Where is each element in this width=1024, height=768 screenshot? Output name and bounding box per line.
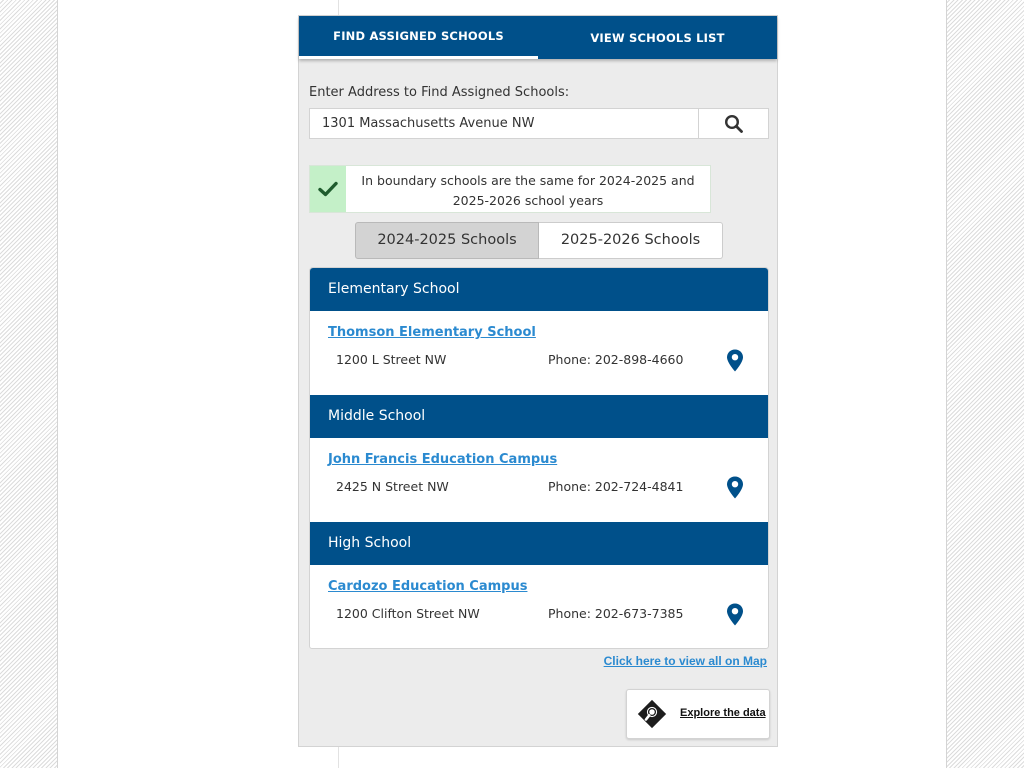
tab-find-assigned-schools[interactable]: FIND ASSIGNED SCHOOLS bbox=[299, 16, 538, 59]
magnifier-data-icon bbox=[637, 699, 667, 729]
middle-school-phone: Phone: 202-724-4841 bbox=[548, 479, 684, 494]
address-label: Enter Address to Find Assigned Schools: bbox=[309, 85, 570, 100]
high-school-address: 1200 Clifton Street NW bbox=[336, 606, 480, 621]
search-icon bbox=[724, 114, 743, 133]
tab-view-schools-list[interactable]: VIEW SCHOOLS LIST bbox=[538, 16, 777, 59]
boundary-notice: In boundary schools are the same for 202… bbox=[309, 165, 711, 213]
address-input[interactable] bbox=[310, 109, 698, 138]
notice-check-area bbox=[310, 166, 346, 212]
map-pin-icon[interactable] bbox=[726, 349, 744, 372]
explore-the-data-label: Explore the data bbox=[680, 707, 766, 719]
high-school-phone: Phone: 202-673-7385 bbox=[548, 606, 684, 621]
middle-school-link[interactable]: John Francis Education Campus bbox=[328, 452, 557, 467]
explore-the-data-button[interactable]: Explore the data bbox=[626, 689, 770, 739]
high-school-link[interactable]: Cardozo Education Campus bbox=[328, 579, 527, 594]
assigned-schools-results: Elementary School Thomson Elementary Sch… bbox=[309, 267, 769, 649]
elementary-school-address: 1200 L Street NW bbox=[336, 352, 447, 367]
checkmark-icon bbox=[318, 181, 338, 197]
middle-school-header: Middle School bbox=[310, 395, 768, 438]
map-pin-icon[interactable] bbox=[726, 476, 744, 499]
view-all-on-map-link[interactable]: Click here to view all on Map bbox=[604, 654, 767, 668]
school-finder-widget: FIND ASSIGNED SCHOOLS VIEW SCHOOLS LIST … bbox=[298, 15, 778, 747]
notice-line-2: 2025-2026 school years bbox=[452, 192, 604, 208]
middle-school-address: 2425 N Street NW bbox=[336, 479, 449, 494]
tab-bar: FIND ASSIGNED SCHOOLS VIEW SCHOOLS LIST bbox=[299, 16, 777, 59]
notice-line-1: In boundary schools are the same for 202… bbox=[361, 173, 695, 188]
high-school-header: High School bbox=[310, 522, 768, 565]
map-pin-icon[interactable] bbox=[726, 603, 744, 626]
elementary-school-link[interactable]: Thomson Elementary School bbox=[328, 325, 536, 340]
search-button[interactable] bbox=[698, 109, 768, 138]
address-search-box bbox=[309, 108, 769, 139]
notice-text: In boundary schools are the same for 202… bbox=[348, 171, 708, 210]
elementary-school-header: Elementary School bbox=[310, 268, 768, 311]
year-2024-2025-button[interactable]: 2024-2025 Schools bbox=[355, 222, 539, 259]
year-2025-2026-button[interactable]: 2025-2026 Schools bbox=[539, 222, 723, 259]
elementary-school-phone: Phone: 202-898-4660 bbox=[548, 352, 684, 367]
